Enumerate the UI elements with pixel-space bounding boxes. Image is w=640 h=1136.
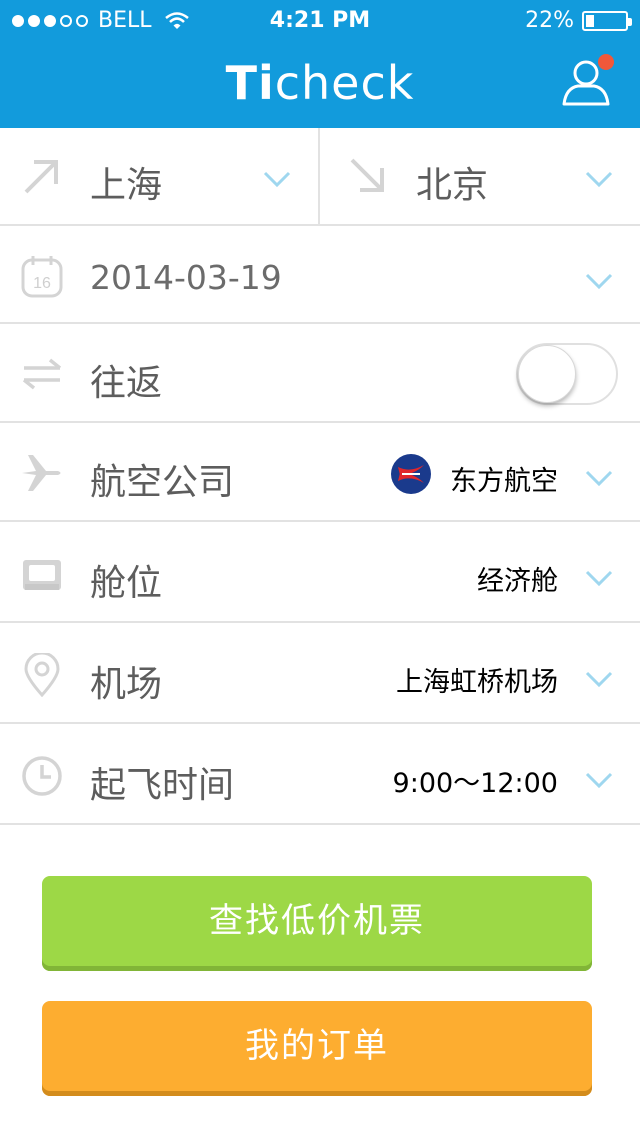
cabin-row[interactable]: 舱位 经济舱 bbox=[0, 522, 640, 623]
china-eastern-logo bbox=[391, 454, 431, 494]
battery-fill bbox=[586, 14, 594, 27]
airline-row[interactable]: 航空公司 东方航空 bbox=[0, 423, 640, 522]
date-value: 2014-03-19 bbox=[90, 258, 282, 297]
chevron-down-icon bbox=[585, 671, 613, 688]
airport-label: 机场 bbox=[90, 664, 163, 705]
toggle-knob bbox=[518, 345, 576, 403]
airport-row[interactable]: 机场 上海虹桥机场 bbox=[0, 623, 640, 724]
arrow-up-right-icon bbox=[24, 160, 58, 194]
app-title: Ticheck bbox=[0, 56, 640, 110]
origin-city-picker[interactable]: 上海 bbox=[0, 128, 320, 224]
departure-time-label: 起飞时间 bbox=[90, 765, 235, 806]
chevron-down-icon bbox=[585, 772, 613, 789]
airline-value: 东方航空 bbox=[450, 466, 558, 497]
chevron-down-icon bbox=[585, 570, 613, 587]
cabin-value: 经济舱 bbox=[477, 566, 558, 597]
chevron-down-icon bbox=[263, 171, 291, 188]
plane-icon bbox=[22, 455, 61, 491]
user-profile-button[interactable] bbox=[560, 54, 614, 108]
swap-arrows-icon bbox=[22, 358, 62, 390]
calendar-day: 16 bbox=[33, 275, 51, 292]
notification-badge bbox=[598, 54, 614, 70]
my-orders-button[interactable]: 我的订单 bbox=[42, 1001, 592, 1096]
destination-city-picker[interactable]: 北京 bbox=[322, 128, 640, 224]
brand-bold: Ti bbox=[225, 56, 275, 110]
battery-status: 22% bbox=[525, 8, 632, 33]
brand-rest: check bbox=[274, 56, 415, 110]
chevron-down-icon bbox=[585, 273, 613, 290]
chevron-down-icon bbox=[585, 470, 613, 487]
round-trip-toggle[interactable] bbox=[516, 343, 618, 405]
battery-icon bbox=[582, 10, 632, 31]
seat-icon bbox=[23, 560, 61, 590]
location-pin-icon bbox=[24, 653, 60, 697]
chevron-down-icon bbox=[585, 171, 613, 188]
departure-time-value: 9:00～12:00 bbox=[392, 768, 558, 799]
clock-icon bbox=[22, 756, 62, 796]
destination-city: 北京 bbox=[416, 165, 489, 206]
battery-percent: 22% bbox=[525, 8, 574, 33]
arrow-down-right-icon bbox=[350, 158, 384, 192]
airline-label: 航空公司 bbox=[90, 462, 235, 503]
cabin-label: 舱位 bbox=[90, 563, 163, 604]
airport-value: 上海虹桥机场 bbox=[396, 667, 558, 698]
round-trip-row: 往返 bbox=[0, 324, 640, 423]
status-bar: BELL 4:21 PM 22% bbox=[0, 8, 640, 36]
search-cheap-tickets-button[interactable]: 查找低价机票 bbox=[42, 876, 592, 971]
app-header: BELL 4:21 PM 22% Ticheck bbox=[0, 0, 640, 128]
departure-time-row[interactable]: 起飞时间 9:00～12:00 bbox=[0, 724, 640, 825]
route-row: 上海 北京 bbox=[0, 128, 640, 226]
origin-city: 上海 bbox=[90, 165, 163, 206]
calendar-icon: 16 bbox=[21, 256, 63, 298]
round-trip-label: 往返 bbox=[90, 363, 163, 404]
date-row[interactable]: 16 2014-03-19 bbox=[0, 226, 640, 324]
